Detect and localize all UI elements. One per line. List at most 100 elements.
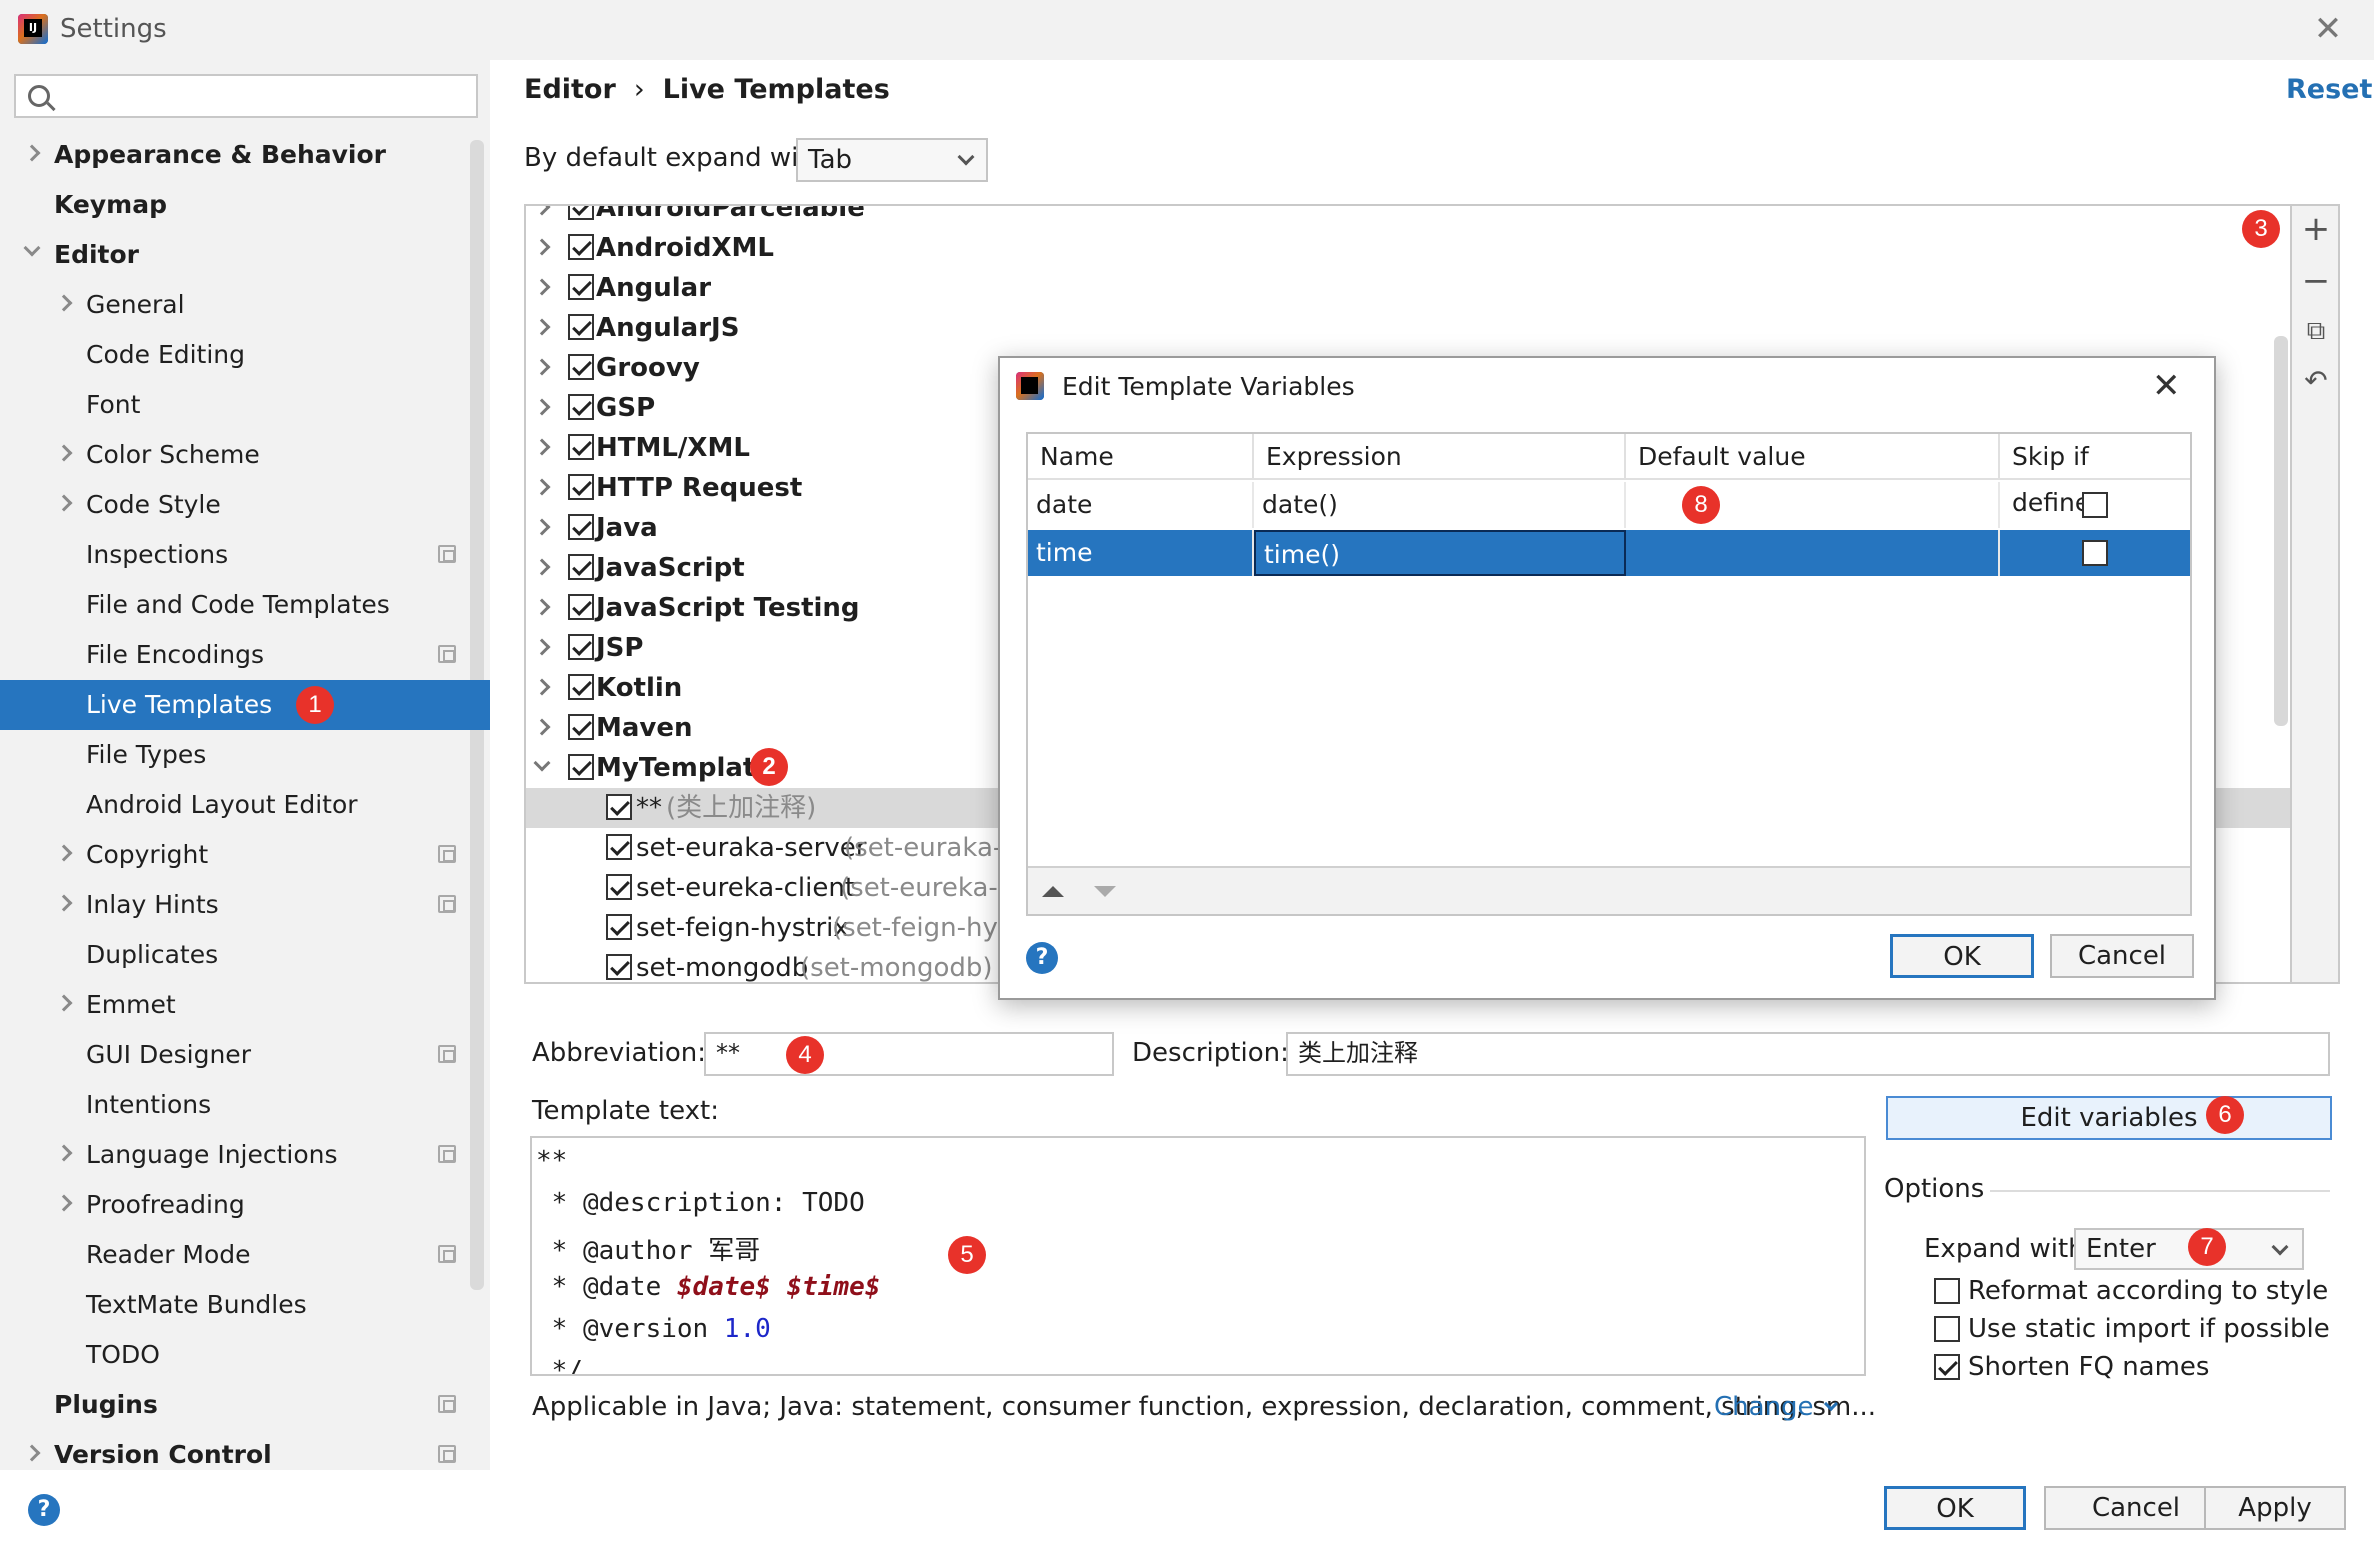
settings-search-input[interactable] (14, 74, 478, 118)
template-group-androidparcelable[interactable]: AndroidParcelable (526, 206, 2290, 228)
sidebar-item-color-scheme[interactable]: Color Scheme (0, 430, 490, 480)
group-checkbox[interactable] (568, 274, 594, 300)
move-up-icon[interactable] (1042, 886, 1064, 897)
group-checkbox[interactable] (568, 354, 594, 380)
edit-variables-button[interactable]: Edit variables (1886, 1096, 2332, 1140)
skip-if-defined-checkbox[interactable] (2082, 492, 2108, 518)
table-row[interactable]: date date() 8 (1028, 482, 2190, 528)
column-header-expression[interactable]: Expression (1254, 434, 1626, 480)
apply-button[interactable]: Apply (2204, 1486, 2346, 1530)
group-checkbox[interactable] (568, 554, 594, 580)
group-checkbox[interactable] (568, 514, 594, 540)
template-text-editor[interactable]: ** * @description: TODO * @author 军哥 * @… (530, 1136, 1866, 1376)
column-header-default-value[interactable]: Default value (1626, 434, 2000, 480)
sidebar-item-version-control[interactable]: Version Control (0, 1430, 490, 1480)
variable-expression[interactable]: time() (1254, 530, 1626, 576)
sidebar-item-general[interactable]: General (0, 280, 490, 330)
template-group-angularjs[interactable]: AngularJS (526, 308, 2290, 348)
sidebar-item-file-types[interactable]: File Types (0, 730, 490, 780)
sidebar-item-inlay-hints[interactable]: Inlay Hints (0, 880, 490, 930)
skip-if-defined-checkbox[interactable] (2082, 540, 2108, 566)
copy-icon[interactable]: ⧉ (2300, 316, 2332, 348)
breadcrumb-editor[interactable]: Editor (524, 74, 616, 105)
template-line: * @author 军哥 (536, 1236, 761, 1266)
add-icon[interactable]: + (2300, 212, 2332, 246)
sidebar-item-file-encodings[interactable]: File Encodings (0, 630, 490, 680)
sidebar-item-reader-mode[interactable]: Reader Mode (0, 1230, 490, 1280)
variable-name[interactable]: date (1028, 482, 1254, 528)
static-import-checkbox[interactable] (1934, 1316, 1960, 1342)
template-checkbox[interactable] (606, 794, 632, 820)
variable-default-value[interactable] (1626, 530, 2000, 576)
sidebar-item-intentions[interactable]: Intentions (0, 1080, 490, 1130)
description-label: Description: (1132, 1038, 1289, 1068)
sidebar-item-plugins[interactable]: Plugins (0, 1380, 490, 1430)
cancel-button[interactable]: Cancel (2044, 1486, 2228, 1530)
close-icon[interactable]: ✕ (2152, 366, 2181, 406)
restore-icon[interactable]: ↶ (2300, 366, 2332, 398)
sidebar-item-copyright[interactable]: Copyright (0, 830, 490, 880)
breadcrumb-separator: › (633, 74, 645, 105)
sidebar-item-live-templates[interactable]: Live Templates 1 (0, 680, 490, 730)
ok-button[interactable]: OK (1884, 1486, 2026, 1530)
close-window-icon[interactable]: ✕ (2310, 12, 2346, 48)
group-checkbox[interactable] (568, 394, 594, 420)
dialog-ok-button[interactable]: OK (1890, 934, 2034, 978)
group-checkbox[interactable] (568, 234, 594, 260)
sidebar-item-editor[interactable]: Editor (0, 230, 490, 280)
table-row[interactable]: time time() (1028, 530, 2190, 576)
chevron-right-icon (55, 1144, 73, 1162)
help-icon[interactable]: ? (1026, 942, 1058, 974)
template-line: * @date $date$ $time$ (536, 1272, 881, 1302)
group-checkbox[interactable] (568, 206, 594, 220)
group-checkbox[interactable] (568, 674, 594, 700)
reformat-checkbox[interactable] (1934, 1278, 1960, 1304)
template-group-angular[interactable]: Angular (526, 268, 2290, 308)
sidebar-item-file-code-templates[interactable]: File and Code Templates (0, 580, 490, 630)
reset-link[interactable]: Reset (2286, 74, 2372, 105)
sidebar-item-textmate-bundles[interactable]: TextMate Bundles (0, 1280, 490, 1330)
sidebar-item-duplicates[interactable]: Duplicates (0, 930, 490, 980)
template-checkbox[interactable] (606, 834, 632, 860)
sidebar-item-proofreading[interactable]: Proofreading (0, 1180, 490, 1230)
sidebar-item-inspections[interactable]: Inspections (0, 530, 490, 580)
column-header-skip-if-defined[interactable]: Skip if defined (2000, 434, 2190, 517)
remove-icon[interactable]: − (2300, 264, 2332, 298)
sidebar-item-android-layout-editor[interactable]: Android Layout Editor (0, 780, 490, 830)
change-contexts-link[interactable]: Change (1714, 1392, 1838, 1422)
sidebar-item-keymap[interactable]: Keymap (0, 180, 490, 230)
template-checkbox[interactable] (606, 874, 632, 900)
sidebar-item-code-editing[interactable]: Code Editing (0, 330, 490, 380)
sidebar-item-emmet[interactable]: Emmet (0, 980, 490, 1030)
project-scope-icon (438, 1045, 456, 1063)
group-checkbox[interactable] (568, 474, 594, 500)
dialog-cancel-button[interactable]: Cancel (2050, 934, 2194, 978)
template-line: ** (536, 1146, 568, 1176)
sidebar-item-language-injections[interactable]: Language Injections (0, 1130, 490, 1180)
group-checkbox[interactable] (568, 434, 594, 460)
group-checkbox[interactable] (568, 754, 594, 780)
description-input[interactable]: 类上加注释 (1286, 1032, 2330, 1076)
template-group-androidxml[interactable]: AndroidXML (526, 228, 2290, 268)
sidebar-item-font[interactable]: Font (0, 380, 490, 430)
sidebar-item-appearance-behavior[interactable]: Appearance & Behavior (0, 130, 490, 180)
move-down-icon[interactable] (1094, 886, 1116, 897)
group-checkbox[interactable] (568, 634, 594, 660)
abbreviation-input[interactable]: ** (704, 1032, 1114, 1076)
variable-expression[interactable]: date() (1254, 482, 1626, 528)
group-checkbox[interactable] (568, 314, 594, 340)
template-checkbox[interactable] (606, 914, 632, 940)
column-header-name[interactable]: Name (1028, 434, 1254, 480)
sidebar-item-code-style[interactable]: Code Style (0, 480, 490, 530)
group-checkbox[interactable] (568, 594, 594, 620)
sidebar-item-todo[interactable]: TODO (0, 1330, 490, 1380)
default-expand-select[interactable]: Tab (796, 138, 988, 182)
template-tree-scrollbar[interactable] (2274, 336, 2288, 726)
sidebar-item-gui-designer[interactable]: GUI Designer (0, 1030, 490, 1080)
group-checkbox[interactable] (568, 714, 594, 740)
template-checkbox[interactable] (606, 954, 632, 980)
dialog-title: Edit Template Variables (1062, 372, 1355, 401)
help-icon[interactable]: ? (28, 1494, 60, 1526)
shorten-fq-checkbox[interactable] (1934, 1354, 1960, 1380)
variable-name[interactable]: time (1028, 530, 1254, 576)
